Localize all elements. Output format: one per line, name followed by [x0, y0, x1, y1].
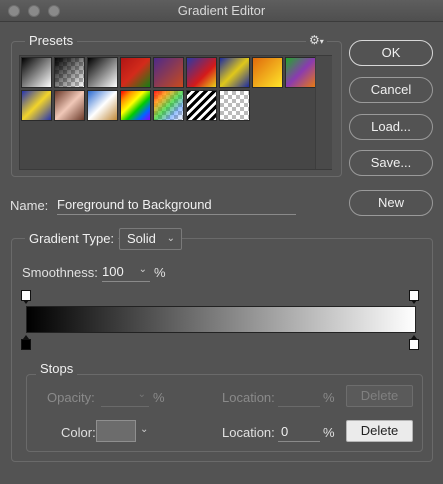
save-button[interactable]: Save... [349, 150, 433, 176]
cancel-button[interactable]: Cancel [349, 77, 433, 103]
preset-swatch[interactable] [285, 57, 316, 88]
preset-swatch[interactable] [54, 57, 85, 88]
presets-label: Presets [25, 33, 78, 48]
gradient-preview-bar[interactable] [26, 306, 416, 333]
smoothness-unit: % [154, 265, 166, 280]
color-label: Color: [61, 425, 96, 440]
chevron-down-icon[interactable]: ⌄ [140, 424, 148, 435]
new-button[interactable]: New [349, 190, 433, 216]
opacity-stop-left[interactable] [21, 290, 31, 304]
preset-swatch[interactable] [120, 57, 151, 88]
window-title: Gradient Editor [177, 3, 266, 18]
preset-swatch[interactable] [153, 57, 184, 88]
smoothness-label: Smoothness: [22, 265, 98, 280]
smoothness-input[interactable]: 100 ⌄ [102, 264, 150, 282]
preset-swatch[interactable] [54, 90, 85, 121]
preset-swatch[interactable] [153, 90, 184, 121]
opacity-unit: % [153, 390, 165, 405]
opacity-location-input[interactable] [278, 389, 320, 407]
gradient-type-label: Gradient Type: [25, 231, 119, 246]
preset-swatch[interactable] [219, 90, 250, 121]
gear-icon[interactable]: ⚙▾ [306, 33, 327, 47]
chevron-down-icon: ⌄ [137, 389, 146, 400]
opacity-input[interactable]: ⌄ [101, 389, 149, 407]
smoothness-value: 100 [102, 264, 124, 279]
preset-swatch[interactable] [21, 57, 52, 88]
color-delete-button[interactable]: Delete [346, 420, 413, 442]
opacity-location-label: Location: [222, 390, 275, 405]
preset-swatch[interactable] [252, 57, 283, 88]
opacity-stop-right[interactable] [409, 290, 419, 304]
preset-swatch[interactable] [219, 57, 250, 88]
presets-list[interactable] [19, 55, 332, 170]
preset-swatch[interactable] [120, 90, 151, 121]
load-button[interactable]: Load... [349, 114, 433, 140]
ok-button[interactable]: OK [349, 40, 433, 66]
presets-scrollbar[interactable] [315, 56, 332, 169]
stops-label: Stops [36, 361, 78, 376]
opacity-label: Opacity: [47, 390, 95, 405]
chevron-down-icon: ⌄ [138, 264, 147, 275]
preset-swatch[interactable] [87, 90, 118, 121]
stop-color-swatch[interactable] [96, 420, 136, 442]
color-location-label: Location: [222, 425, 275, 440]
color-stop-right[interactable] [409, 335, 419, 350]
gradient-type-select[interactable]: Solid ⌄ [119, 228, 182, 250]
preset-swatch[interactable] [21, 90, 52, 121]
color-stop-left[interactable] [21, 335, 31, 350]
opacity-delete-button[interactable]: Delete [346, 385, 413, 407]
preset-swatch[interactable] [87, 57, 118, 88]
color-location-unit: % [323, 425, 335, 440]
name-input[interactable]: Foreground to Background [57, 197, 296, 215]
opacity-location-unit: % [323, 390, 335, 405]
name-label: Name: [10, 198, 49, 213]
preset-swatch[interactable] [186, 90, 217, 121]
chevron-down-icon: ⌄ [166, 233, 175, 244]
gradient-type-value: Solid [127, 231, 156, 246]
color-location-input[interactable]: 0 [278, 424, 320, 442]
preset-swatch[interactable] [186, 57, 217, 88]
